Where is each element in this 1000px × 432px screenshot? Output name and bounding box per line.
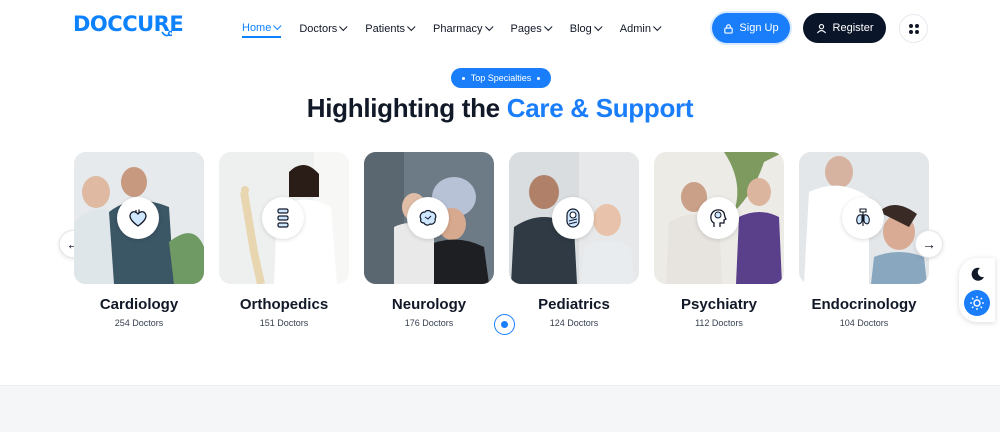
nav-item-label: Pharmacy [433, 23, 483, 35]
section-title-accent: Care & Support [506, 93, 694, 123]
thyroid-icon-badge [842, 197, 884, 239]
specialty-card-orthopedics[interactable]: Orthopedics 151 Doctors [219, 152, 349, 328]
chevron-down-icon [273, 21, 282, 31]
chevron-down-icon [407, 22, 416, 32]
specialty-photo [509, 152, 639, 284]
nav-item-label: Pages [510, 23, 542, 35]
specialty-card-psychiatry[interactable]: Psychiatry 112 Doctors [654, 152, 784, 328]
nav-item-label: Doctors [299, 23, 338, 35]
specialty-doctor-count: 124 Doctors [549, 318, 599, 328]
spine-icon-badge [262, 197, 304, 239]
user-icon [816, 23, 826, 33]
thyroid-icon [856, 208, 870, 226]
specialty-name: Orthopedics [239, 296, 329, 313]
nav-item-label: Admin [619, 23, 651, 35]
chevron-down-icon [339, 22, 348, 32]
section-title: Highlighting the Care & Support [0, 93, 1000, 124]
main-nav: Home Doctors Patients Pharmacy Pages Blo… [242, 20, 679, 38]
doccure-logo[interactable]: DOCCURE [73, 12, 184, 37]
lock-icon [724, 23, 734, 34]
mind-icon [710, 209, 727, 227]
mind-icon-badge [697, 197, 739, 239]
arrow-right-icon: → [922, 236, 936, 252]
nav-item-label: Patients [365, 23, 405, 35]
nav-item-admin[interactable]: Admin [619, 20, 662, 38]
brain-icon-badge [407, 197, 449, 239]
light-mode-button[interactable] [964, 290, 990, 316]
specialty-photo [654, 152, 784, 284]
section-badge: Top Specialties [451, 68, 551, 88]
specialty-photo [74, 152, 204, 284]
next-section-band [0, 385, 1000, 432]
sun-icon [970, 296, 984, 310]
specialty-card-pediatrics[interactable]: Pediatrics 124 Doctors [509, 152, 639, 328]
stethoscope-icon [161, 30, 172, 37]
nav-item-label: Blog [569, 23, 592, 35]
theme-toggle [959, 258, 995, 322]
nav-item-patients[interactable]: Patients [365, 20, 416, 38]
baby-icon [566, 208, 580, 228]
specialty-doctor-count: 112 Doctors [695, 318, 743, 328]
bullet-dot [461, 76, 465, 80]
nav-item-pharmacy[interactable]: Pharmacy [433, 20, 494, 38]
carousel-pager-dot[interactable] [494, 314, 515, 335]
active-dot [501, 321, 508, 328]
specialty-doctor-count: 151 Doctors [259, 318, 309, 328]
chevron-down-icon [593, 22, 603, 32]
nav-item-doctors[interactable]: Doctors [299, 20, 348, 38]
section-title-main: Highlighting the [306, 93, 500, 123]
specialty-name: Psychiatry [681, 296, 757, 313]
specialty-photo [219, 152, 349, 284]
chevron-down-icon [543, 22, 553, 32]
apps-menu-button[interactable] [899, 14, 928, 43]
specialty-doctor-count: 176 Doctors [404, 318, 454, 328]
sign-up-label: Sign Up [739, 22, 779, 34]
spine-icon [277, 208, 289, 228]
nav-item-home[interactable]: Home [242, 20, 282, 38]
specialty-name: Endocrinology [811, 296, 917, 313]
specialty-doctor-count: 254 Doctors [114, 318, 164, 328]
chevron-down-icon [653, 22, 662, 32]
moon-icon [971, 267, 984, 281]
baby-icon-badge [552, 197, 594, 239]
specialty-photo [799, 152, 929, 284]
dark-mode-button[interactable] [967, 263, 989, 285]
register-button[interactable]: Register [803, 13, 886, 43]
sign-up-button[interactable]: Sign Up [712, 13, 790, 43]
badge-label: Top Specialties [470, 73, 532, 83]
specialty-card-endocrinology[interactable]: Endocrinology 104 Doctors [799, 152, 929, 328]
specialty-photo [364, 152, 494, 284]
grid-icon [908, 23, 919, 34]
bullet-dot [537, 76, 541, 80]
specialty-card-cardiology[interactable]: Cardiology 254 Doctors [74, 152, 204, 328]
nav-item-label: Home [242, 22, 272, 34]
nav-item-pages[interactable]: Pages [510, 20, 553, 38]
specialty-name: Neurology [391, 296, 467, 313]
register-label: Register [832, 22, 874, 34]
heart-icon-badge [117, 197, 159, 239]
nav-item-blog[interactable]: Blog [569, 20, 603, 38]
brain-icon [419, 209, 437, 226]
heart-icon [129, 209, 147, 227]
specialty-card-neurology[interactable]: Neurology 176 Doctors [364, 152, 494, 328]
specialty-name: Cardiology [99, 296, 179, 313]
site-header: DOCCURE Home Doctors Patients Pharmacy P… [0, 0, 1000, 56]
specialty-doctor-count: 104 Doctors [839, 318, 889, 328]
carousel-next-button[interactable]: → [915, 230, 943, 258]
chevron-down-icon [484, 22, 494, 32]
specialty-name: Pediatrics [538, 296, 610, 313]
